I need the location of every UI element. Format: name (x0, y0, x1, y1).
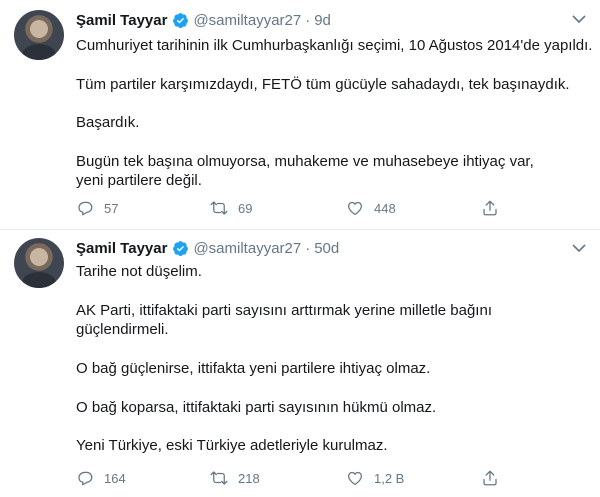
share-button[interactable] (481, 469, 499, 487)
display-name[interactable]: Şamil Tayyar (76, 12, 167, 29)
tweet-paragraph: O bağ güçlenirse, ittifakta yeni partile… (76, 360, 431, 377)
tweet-paragraph: Tüm partiler karşımızdaydı, FETÖ tüm güc… (76, 76, 570, 93)
separator-dot: · (305, 239, 311, 257)
reply-count: 57 (104, 200, 119, 216)
display-name[interactable]: Şamil Tayyar (76, 240, 167, 257)
tweet-paragraph: Bugün tek başına olmuyorsa, muhakeme ve … (76, 153, 534, 189)
timestamp[interactable]: 50d (314, 240, 339, 257)
retweet-button[interactable]: 69 (210, 199, 252, 217)
action-bar: 164 218 1,2 B (76, 469, 516, 489)
reply-button[interactable]: 57 (76, 199, 118, 217)
tweet-paragraph: Tarihe not düşelim. (76, 263, 202, 280)
tweet-paragraph: O bağ koparsa, ittifaktaki parti sayısın… (76, 399, 437, 416)
share-icon (483, 470, 497, 486)
retweet-count: 69 (238, 200, 253, 216)
avatar[interactable] (14, 10, 64, 60)
verified-badge-icon (173, 12, 189, 28)
tweet[interactable]: Şamil Tayyar @samiltayyar27 · 9d Cumhuri… (0, 0, 600, 230)
tweet-feed: Şamil Tayyar @samiltayyar27 · 9d Cumhuri… (0, 0, 600, 497)
share-icon (483, 200, 497, 216)
handle[interactable]: @samiltayyar27 (193, 12, 301, 29)
tweet-header: Şamil Tayyar @samiltayyar27 · 9d (76, 10, 331, 30)
handle[interactable]: @samiltayyar27 (193, 240, 301, 257)
verified-badge-icon (173, 240, 189, 256)
share-button[interactable] (481, 199, 499, 217)
caret-down-icon[interactable] (572, 243, 586, 253)
action-bar: 57 69 448 (76, 199, 516, 219)
tweet-paragraph: Yeni Türkiye, eski Türkiye adetleriyle k… (76, 437, 388, 454)
like-icon (347, 471, 363, 486)
tweet-paragraph: Başardık. (76, 114, 140, 131)
caret-down-icon[interactable] (572, 14, 586, 24)
like-button[interactable]: 1,2 B (346, 469, 404, 487)
retweet-button[interactable]: 218 (210, 469, 260, 487)
like-count: 1,2 B (374, 470, 405, 486)
tweet-paragraph: AK Parti, ittifaktaki parti sayısını art… (76, 302, 492, 338)
reply-icon (78, 201, 93, 216)
tweet-header: Şamil Tayyar @samiltayyar27 · 50d (76, 238, 339, 258)
avatar[interactable] (14, 238, 64, 288)
tweet-paragraph: Cumhuriyet tarihinin ilk Cumhurbaşkanlığ… (76, 37, 593, 54)
like-button[interactable]: 448 (346, 199, 396, 217)
tweet[interactable]: Şamil Tayyar @samiltayyar27 · 50d Tarihe… (0, 230, 600, 497)
retweet-icon (210, 471, 228, 485)
retweet-icon (210, 201, 228, 215)
separator-dot: · (305, 11, 311, 29)
reply-count: 164 (104, 470, 126, 486)
reply-button[interactable]: 164 (76, 469, 126, 487)
like-count: 448 (374, 200, 396, 216)
timestamp[interactable]: 9d (314, 12, 331, 29)
like-icon (347, 201, 363, 216)
retweet-count: 218 (238, 470, 260, 486)
reply-icon (78, 471, 93, 486)
